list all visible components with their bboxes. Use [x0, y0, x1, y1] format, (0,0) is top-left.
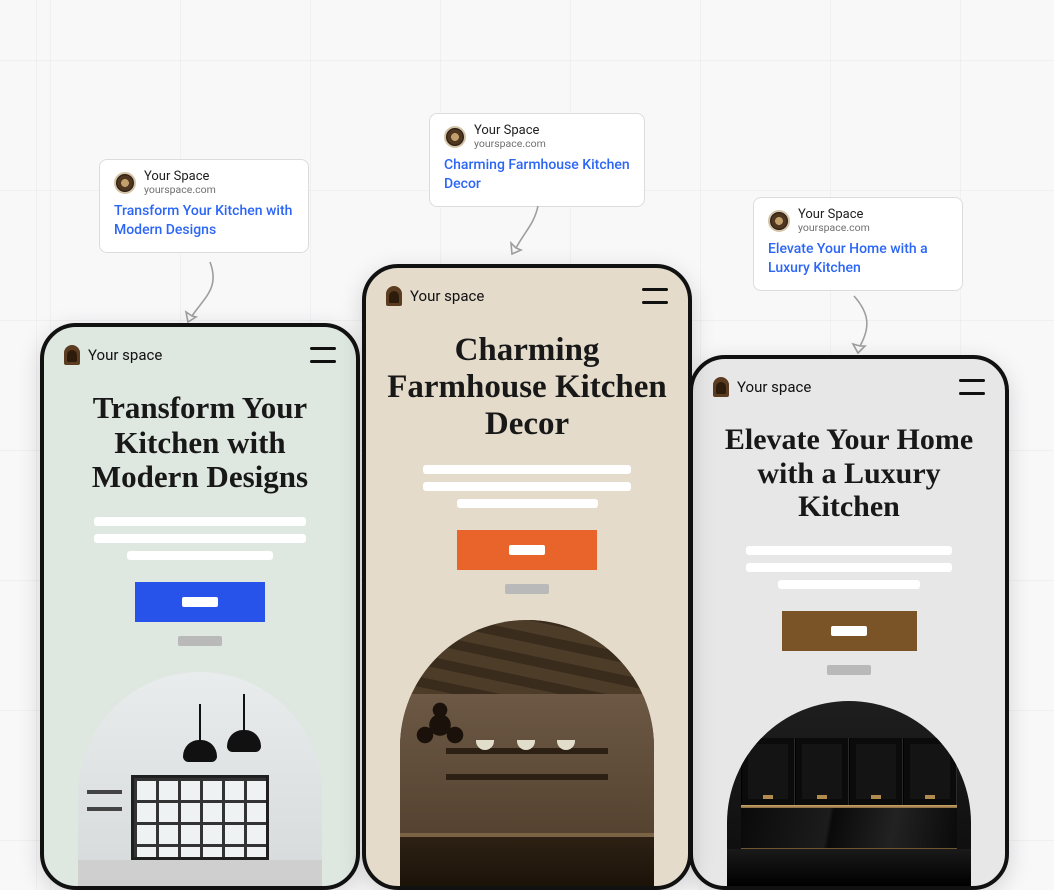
hamburger-menu-icon[interactable] [642, 288, 668, 304]
showcase-stage: Your Space yourspace.com Transform Your … [0, 0, 1054, 890]
meta-preview-card-a: Your Space yourspace.com Transform Your … [99, 159, 309, 253]
phone-header: Your space [64, 345, 336, 365]
hero-image-modern-kitchen [78, 672, 323, 886]
secondary-link-placeholder[interactable] [827, 665, 871, 675]
phone-header: Your space [386, 286, 668, 306]
body-text-placeholder [386, 465, 668, 508]
secondary-link-placeholder[interactable] [178, 636, 222, 646]
meta-title-link[interactable]: Charming Farmhouse Kitchen Decor [444, 156, 630, 194]
connector-arrow-c [830, 294, 890, 360]
secondary-link-placeholder[interactable] [505, 584, 549, 594]
favicon-icon [114, 172, 136, 194]
brand[interactable]: Your space [64, 345, 162, 365]
meta-preview-card-c: Your Space yourspace.com Elevate Your Ho… [753, 197, 963, 291]
meta-preview-card-b: Your Space yourspace.com Charming Farmho… [429, 113, 645, 207]
hamburger-menu-icon[interactable] [959, 379, 985, 395]
brand-door-icon [386, 286, 402, 306]
hero-title: Charming Farmhouse Kitchen Decor [386, 332, 668, 443]
meta-card-header: Your Space yourspace.com [768, 208, 948, 234]
cta-button[interactable] [135, 582, 265, 622]
meta-site-name: Your Space [474, 124, 546, 138]
brand-door-icon [713, 377, 729, 397]
meta-card-header: Your Space yourspace.com [444, 124, 630, 150]
favicon-icon [444, 126, 466, 148]
body-text-placeholder [64, 517, 336, 560]
meta-site-name: Your Space [144, 170, 216, 184]
cta-button[interactable] [782, 611, 917, 651]
brand-door-icon [64, 345, 80, 365]
meta-site-name: Your Space [798, 208, 870, 222]
hamburger-menu-icon[interactable] [310, 347, 336, 363]
meta-domain: yourspace.com [474, 138, 546, 150]
brand-label: Your space [88, 346, 162, 364]
phone-mockup-farmhouse: Your space Charming Farmhouse Kitchen De… [362, 264, 692, 890]
brand[interactable]: Your space [713, 377, 811, 397]
meta-domain: yourspace.com [144, 184, 216, 196]
hero-image-farmhouse-kitchen [400, 620, 654, 886]
meta-title-link[interactable]: Transform Your Kitchen with Modern Desig… [114, 202, 294, 240]
hero-image-luxury-kitchen [727, 701, 972, 886]
hero-title: Transform Your Kitchen with Modern Desig… [64, 391, 336, 495]
connector-arrow-b [498, 204, 558, 264]
meta-card-header: Your Space yourspace.com [114, 170, 294, 196]
brand-label: Your space [737, 378, 811, 396]
favicon-icon [768, 210, 790, 232]
meta-domain: yourspace.com [798, 222, 870, 234]
body-text-placeholder [713, 546, 985, 589]
hero-title: Elevate Your Home with a Luxury Kitchen [713, 423, 985, 524]
phone-mockup-modern: Your space Transform Your Kitchen with M… [40, 323, 360, 890]
brand[interactable]: Your space [386, 286, 484, 306]
meta-title-link[interactable]: Elevate Your Home with a Luxury Kitchen [768, 240, 948, 278]
phone-header: Your space [713, 377, 985, 397]
brand-label: Your space [410, 287, 484, 305]
phone-mockup-luxury: Your space Elevate Your Home with a Luxu… [689, 355, 1009, 890]
cta-button[interactable] [457, 530, 597, 570]
